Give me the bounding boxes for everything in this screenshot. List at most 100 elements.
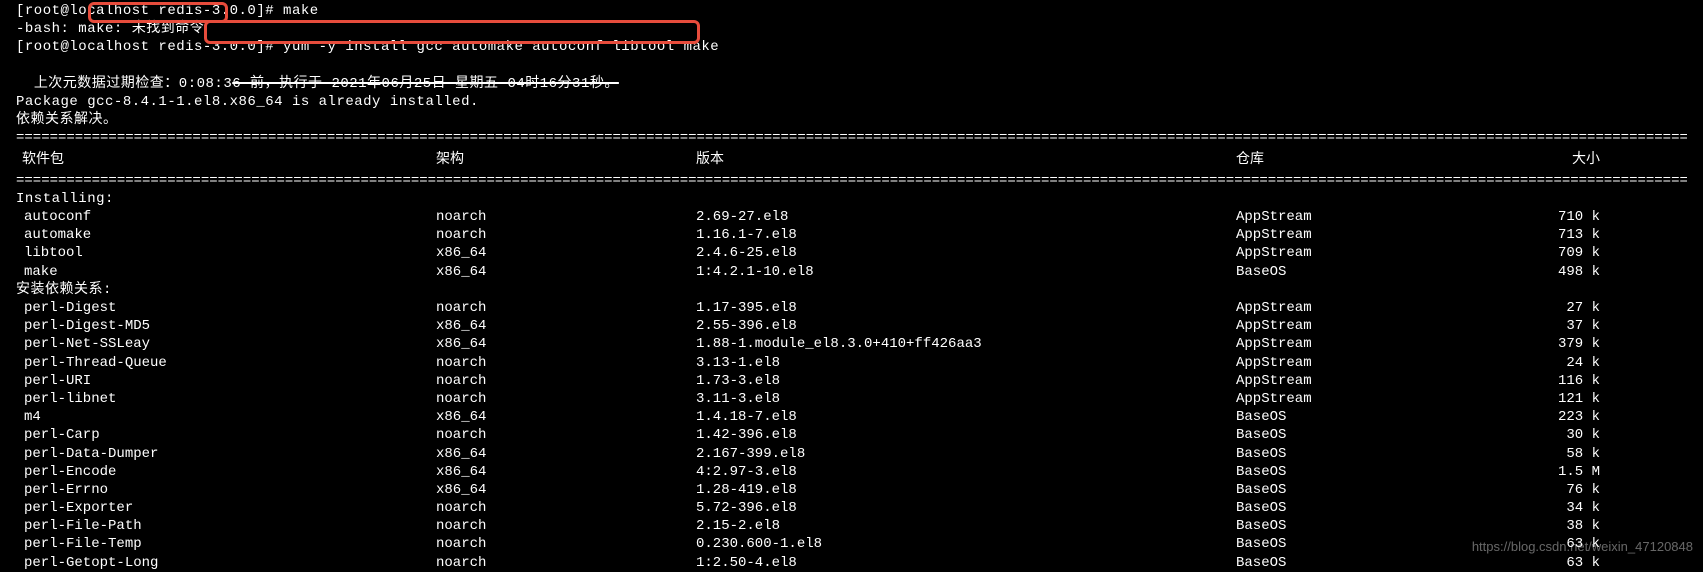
pkg-arch: noarch <box>436 554 696 572</box>
table-row: makex86_641:4.2.1-10.el8BaseOS498 k <box>16 263 1687 281</box>
pkg-size: 223 k <box>1516 408 1606 426</box>
pkg-repo: BaseOS <box>1236 517 1516 535</box>
pkg-version: 3.13-1.el8 <box>696 354 1236 372</box>
pkg-arch: x86_64 <box>436 445 696 463</box>
pkg-arch: noarch <box>436 299 696 317</box>
pkg-name: automake <box>16 226 436 244</box>
pkg-repo: AppStream <box>1236 244 1516 262</box>
header-version: 版本 <box>696 151 1236 169</box>
terminal-line: [root@localhost redis-3.0.0]# make <box>16 2 1687 20</box>
pkg-name: perl-Digest <box>16 299 436 317</box>
divider-top: ========================================… <box>16 129 1687 147</box>
pkg-arch: x86_64 <box>436 263 696 281</box>
pkg-size: 379 k <box>1516 335 1606 353</box>
pkg-size: 34 k <box>1516 499 1606 517</box>
divider-mid: ========================================… <box>16 172 1687 190</box>
pkg-name: perl-Exporter <box>16 499 436 517</box>
pkg-repo: AppStream <box>1236 354 1516 372</box>
pkg-repo: AppStream <box>1236 390 1516 408</box>
pkg-version: 1.4.18-7.el8 <box>696 408 1236 426</box>
pkg-arch: x86_64 <box>436 317 696 335</box>
pkg-arch: x86_64 <box>436 244 696 262</box>
pkg-version: 2.69-27.el8 <box>696 208 1236 226</box>
pkg-version: 1:4.2.1-10.el8 <box>696 263 1236 281</box>
pkg-version: 1.17-395.el8 <box>696 299 1236 317</box>
pkg-arch: x86_64 <box>436 463 696 481</box>
pkg-repo: BaseOS <box>1236 481 1516 499</box>
pkg-size: 121 k <box>1516 390 1606 408</box>
pkg-arch: noarch <box>436 499 696 517</box>
pkg-size: 1.5 M <box>1516 463 1606 481</box>
pkg-size: 63 k <box>1516 554 1606 572</box>
pkg-arch: x86_64 <box>436 408 696 426</box>
terminal-resolved: 依赖关系解决。 <box>16 111 1687 129</box>
pkg-size: 30 k <box>1516 426 1606 444</box>
pkg-repo: AppStream <box>1236 226 1516 244</box>
pkg-name: perl-Digest-MD5 <box>16 317 436 335</box>
metadata-prefix: 上次元数据过期检查：0:08:3 <box>34 76 232 92</box>
pkg-version: 2.4.6-25.el8 <box>696 244 1236 262</box>
pkg-name: perl-Net-SSLeay <box>16 335 436 353</box>
pkg-version: 4:2.97-3.el8 <box>696 463 1236 481</box>
pkg-version: 1:2.50-4.el8 <box>696 554 1236 572</box>
pkg-size: 24 k <box>1516 354 1606 372</box>
pkg-name: perl-File-Temp <box>16 535 436 553</box>
pkg-name: perl-Carp <box>16 426 436 444</box>
pkg-arch: noarch <box>436 426 696 444</box>
pkg-size: 116 k <box>1516 372 1606 390</box>
table-row: perl-Exporternoarch5.72-396.el8BaseOS34 … <box>16 499 1687 517</box>
pkg-arch: noarch <box>436 517 696 535</box>
table-row: perl-Getopt-Longnoarch1:2.50-4.el8BaseOS… <box>16 554 1687 572</box>
header-size: 大小 <box>1516 151 1606 169</box>
pkg-version: 1.42-396.el8 <box>696 426 1236 444</box>
watermark: https://blog.csdn.net/weixin_47120848 <box>1472 539 1693 556</box>
pkg-version: 1.88-1.module_el8.3.0+410+ff426aa3 <box>696 335 1236 353</box>
pkg-name: perl-File-Path <box>16 517 436 535</box>
pkg-version: 5.72-396.el8 <box>696 499 1236 517</box>
terminal-already-installed: Package gcc-8.4.1-1.el8.x86_64 is alread… <box>16 93 1687 111</box>
pkg-version: 2.55-396.el8 <box>696 317 1236 335</box>
pkg-repo: AppStream <box>1236 335 1516 353</box>
pkg-name: perl-Encode <box>16 463 436 481</box>
terminal-command-line[interactable]: [root@localhost redis-3.0.0]# yum -y ins… <box>16 38 1687 56</box>
table-row: perl-File-Pathnoarch2.15-2.el8BaseOS38 k <box>16 517 1687 535</box>
table-row: m4x86_641.4.18-7.el8BaseOS223 k <box>16 408 1687 426</box>
pkg-repo: BaseOS <box>1236 263 1516 281</box>
metadata-struck: 6 前，执行于 2021年06月25日 星期五 04时16分31秒。 <box>232 76 619 92</box>
table-row: perl-Net-SSLeayx86_641.88-1.module_el8.3… <box>16 335 1687 353</box>
pkg-repo: BaseOS <box>1236 426 1516 444</box>
pkg-name: perl-URI <box>16 372 436 390</box>
pkg-repo: AppStream <box>1236 299 1516 317</box>
pkg-name: perl-Getopt-Long <box>16 554 436 572</box>
pkg-repo: BaseOS <box>1236 408 1516 426</box>
pkg-repo: AppStream <box>1236 317 1516 335</box>
terminal-metadata-line: 上次元数据过期检查：0:08:36 前，执行于 2021年06月25日 星期五 … <box>16 57 1687 93</box>
pkg-version: 1.73-3.el8 <box>696 372 1236 390</box>
pkg-arch: x86_64 <box>436 481 696 499</box>
pkg-version: 3.11-3.el8 <box>696 390 1236 408</box>
pkg-size: 710 k <box>1516 208 1606 226</box>
pkg-version: 2.167-399.el8 <box>696 445 1236 463</box>
table-row: perl-libnetnoarch3.11-3.el8AppStream121 … <box>16 390 1687 408</box>
pkg-version: 2.15-2.el8 <box>696 517 1236 535</box>
pkg-version: 0.230.600-1.el8 <box>696 535 1236 553</box>
pkg-name: perl-Errno <box>16 481 436 499</box>
table-row: autoconfnoarch2.69-27.el8AppStream710 k <box>16 208 1687 226</box>
table-row: perl-Encodex86_644:2.97-3.el8BaseOS1.5 M <box>16 463 1687 481</box>
table-row: perl-Data-Dumperx86_642.167-399.el8BaseO… <box>16 445 1687 463</box>
pkg-version: 1.16.1-7.el8 <box>696 226 1236 244</box>
table-row: perl-URInoarch1.73-3.el8AppStream116 k <box>16 372 1687 390</box>
pkg-size: 498 k <box>1516 263 1606 281</box>
table-row: perl-Carpnoarch1.42-396.el8BaseOS30 k <box>16 426 1687 444</box>
pkg-version: 1.28-419.el8 <box>696 481 1236 499</box>
pkg-repo: BaseOS <box>1236 445 1516 463</box>
terminal-error-line: -bash: make: 未找到命令 <box>16 20 1687 38</box>
table-header-row: 软件包 架构 版本 仓库 大小 <box>16 148 1687 172</box>
pkg-size: 709 k <box>1516 244 1606 262</box>
pkg-size: 713 k <box>1516 226 1606 244</box>
table-row: perl-Thread-Queuenoarch3.13-1.el8AppStre… <box>16 354 1687 372</box>
table-row: automakenoarch1.16.1-7.el8AppStream713 k <box>16 226 1687 244</box>
pkg-arch: x86_64 <box>436 335 696 353</box>
pkg-size: 76 k <box>1516 481 1606 499</box>
table-row: perl-Errnox86_641.28-419.el8BaseOS76 k <box>16 481 1687 499</box>
